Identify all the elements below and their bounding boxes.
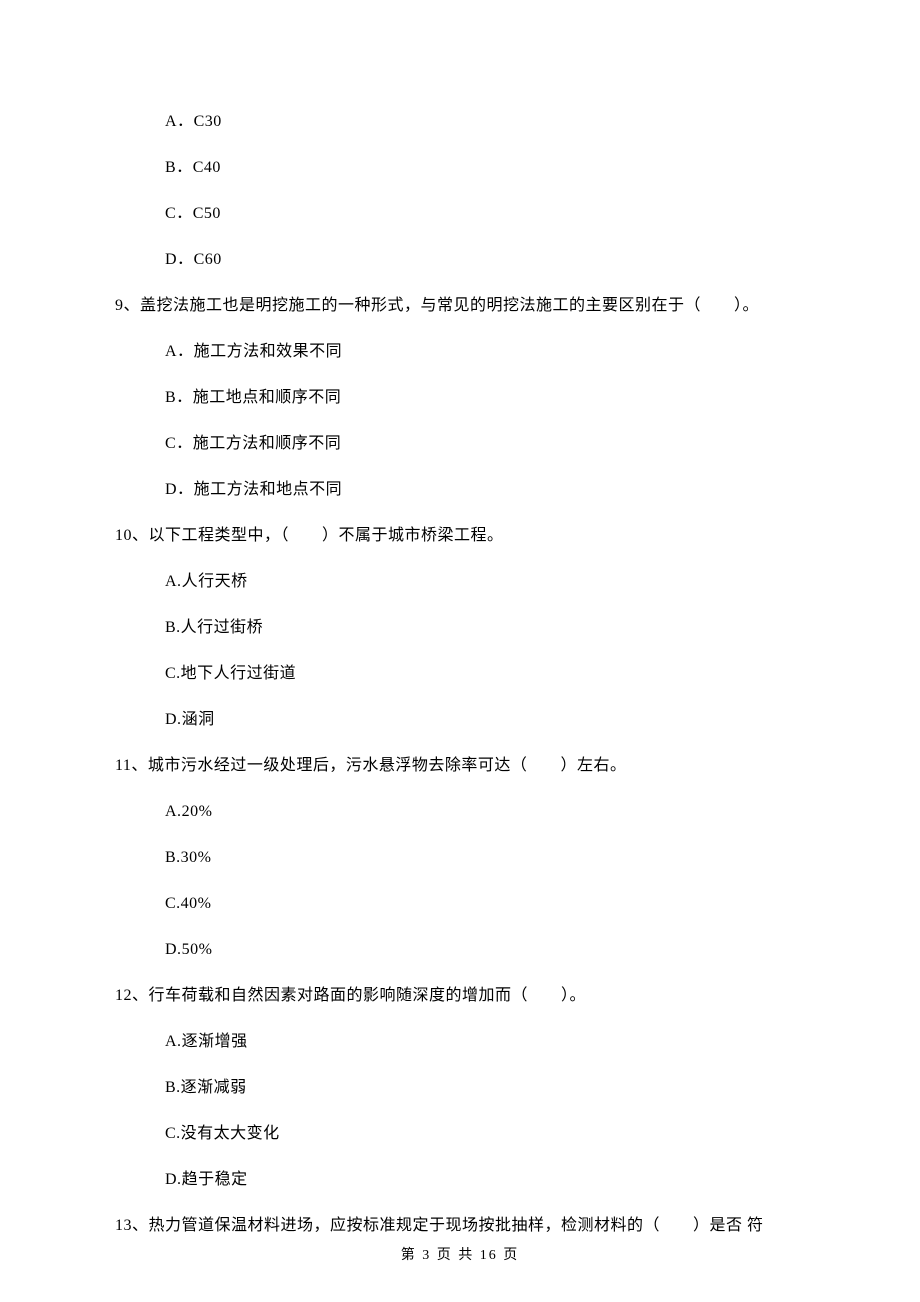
option-item: B.人行过街桥 [165, 616, 805, 640]
option-text: C30 [194, 113, 222, 130]
option-letter: D. [165, 1171, 182, 1188]
question-10: 10、以下工程类型中，（ ）不属于城市桥梁工程。 [115, 524, 805, 548]
question-11: 11、城市污水经过一级处理后，污水悬浮物去除率可达（ ）左右。 [115, 754, 805, 778]
option-letter: B． [165, 159, 193, 176]
question-9: 9、盖挖法施工也是明挖施工的一种形式，与常见的明挖法施工的主要区别在于（ ）。 [115, 294, 805, 318]
document-content: A．C30 B．C40 C．C50 D．C60 9、盖挖法施工也是明挖施工的一种… [0, 0, 920, 1238]
option-item: B．施工地点和顺序不同 [165, 386, 805, 410]
question-number: 13、 [115, 1217, 149, 1234]
option-letter: D． [165, 251, 194, 268]
question-text-after: ）不属于城市桥梁工程。 [322, 527, 504, 544]
option-letter: C. [165, 665, 181, 682]
question-text-after: ）。 [734, 297, 759, 314]
option-text: 逐渐增强 [182, 1033, 248, 1050]
option-item: C.地下人行过街道 [165, 662, 805, 686]
option-letter: C． [165, 435, 193, 452]
option-text: 逐渐减弱 [181, 1079, 247, 1096]
option-item: B．C40 [165, 156, 805, 180]
option-text: 40% [181, 895, 212, 912]
question-12: 12、行车荷载和自然因素对路面的影响随深度的增加而（ ）。 [115, 984, 805, 1008]
option-text: C60 [194, 251, 222, 268]
option-text: 涵洞 [182, 711, 215, 728]
option-text: 施工方法和效果不同 [194, 343, 343, 360]
option-letter: D. [165, 941, 182, 958]
option-text: 施工地点和顺序不同 [193, 389, 342, 406]
blank [527, 757, 560, 774]
option-letter: A． [165, 113, 194, 130]
blank [701, 297, 734, 314]
option-item: C.没有太大变化 [165, 1122, 805, 1146]
option-letter: A． [165, 343, 194, 360]
option-text: 20% [182, 803, 213, 820]
question-text-before: 盖挖法施工也是明挖施工的一种形式，与常见的明挖法施工的主要区别在于（ [140, 297, 701, 314]
question-text-before: 城市污水经过一级处理后，污水悬浮物去除率可达（ [148, 757, 528, 774]
question-text-after: ）。 [561, 987, 586, 1004]
option-letter: B． [165, 389, 193, 406]
option-item: A.逐渐增强 [165, 1030, 805, 1054]
option-text: 施工方法和顺序不同 [193, 435, 342, 452]
option-text: C50 [193, 205, 221, 222]
question-text-after: ）是否 符 [693, 1217, 764, 1234]
option-item: D.50% [165, 938, 805, 962]
option-letter: B. [165, 849, 181, 866]
question-text-after: ）左右。 [560, 757, 626, 774]
option-letter: D． [165, 481, 194, 498]
option-letter: C． [165, 205, 193, 222]
blank [289, 527, 322, 544]
question-text-before: 以下工程类型中，（ [149, 527, 290, 544]
option-text: 地下人行过街道 [181, 665, 297, 682]
option-text: 趋于稳定 [182, 1171, 248, 1188]
question-number: 10、 [115, 527, 149, 544]
option-text: 没有太大变化 [181, 1125, 280, 1142]
option-item: D.涵洞 [165, 708, 805, 732]
question-text-before: 热力管道保温材料进场，应按标准规定于现场按批抽样，检测材料的（ [149, 1217, 661, 1234]
option-letter: A. [165, 573, 182, 590]
option-item: C.40% [165, 892, 805, 916]
option-item: A.人行天桥 [165, 570, 805, 594]
question-13: 13、热力管道保温材料进场，应按标准规定于现场按批抽样，检测材料的（ ）是否 符 [115, 1214, 805, 1238]
option-item: A．C30 [165, 110, 805, 134]
option-letter: A. [165, 803, 182, 820]
option-text: 30% [181, 849, 212, 866]
option-letter: B. [165, 1079, 181, 1096]
option-item: C．C50 [165, 202, 805, 226]
question-number: 9、 [115, 297, 140, 314]
option-item: A．施工方法和效果不同 [165, 340, 805, 364]
blank [528, 987, 561, 1004]
option-letter: B. [165, 619, 181, 636]
option-letter: A. [165, 1033, 182, 1050]
option-text: 施工方法和地点不同 [194, 481, 343, 498]
question-text-before: 行车荷载和自然因素对路面的影响随深度的增加而（ [149, 987, 529, 1004]
option-text: 50% [182, 941, 213, 958]
blank [660, 1217, 693, 1234]
option-letter: D. [165, 711, 182, 728]
option-text: C40 [193, 159, 221, 176]
question-number: 12、 [115, 987, 149, 1004]
option-item: D．施工方法和地点不同 [165, 478, 805, 502]
option-letter: C. [165, 895, 181, 912]
option-text: 人行天桥 [182, 573, 248, 590]
option-item: B.逐渐减弱 [165, 1076, 805, 1100]
option-item: D．C60 [165, 248, 805, 272]
option-item: B.30% [165, 846, 805, 870]
option-text: 人行过街桥 [181, 619, 264, 636]
option-letter: C. [165, 1125, 181, 1142]
page-footer: 第 3 页 共 16 页 [0, 1245, 920, 1266]
option-item: D.趋于稳定 [165, 1168, 805, 1192]
question-number: 11、 [115, 757, 148, 774]
option-item: C．施工方法和顺序不同 [165, 432, 805, 456]
option-item: A.20% [165, 800, 805, 824]
